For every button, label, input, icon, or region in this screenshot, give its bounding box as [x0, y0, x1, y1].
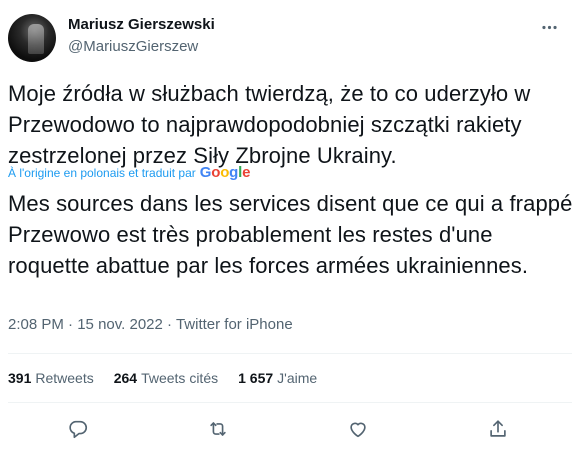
author-handle[interactable]: @MariuszGierszew	[68, 38, 198, 55]
retweet-button[interactable]	[200, 411, 236, 447]
likes-label: J'aime	[277, 370, 318, 386]
more-horizontal-icon	[541, 25, 557, 29]
tweet-text-original: Moje źródła w służbach twierdzą, że to c…	[8, 81, 531, 168]
tweet-meta: 2:08 PM · 15 nov. 2022 · Twitter for iPh…	[8, 316, 293, 333]
author-name[interactable]: Mariusz Gierszewski	[68, 16, 215, 33]
divider	[8, 402, 572, 403]
reply-button[interactable]	[60, 411, 96, 447]
tweet-actions	[8, 410, 568, 448]
retweets-count: 391	[8, 370, 32, 386]
quotes-stat[interactable]: 264 Tweets cités	[114, 370, 218, 386]
tweet-text-translated: Mes sources dans les services disent que…	[8, 191, 573, 278]
meta-separator: ·	[68, 316, 78, 333]
likes-stat[interactable]: 1 657 J'aime	[238, 370, 317, 386]
google-logo: Google	[199, 164, 251, 181]
heart-icon	[350, 422, 366, 438]
retweets-label: Retweets	[35, 370, 94, 386]
tweet-stats: 391 Retweets 264 Tweets cités 1 657 J'ai…	[8, 370, 337, 386]
translation-notice[interactable]: À l'origine en polonais et traduit par G…	[8, 164, 250, 181]
meta-separator: ·	[167, 316, 176, 333]
reply-icon	[69, 420, 88, 439]
divider	[8, 353, 572, 354]
like-button[interactable]	[340, 411, 376, 447]
share-button[interactable]	[480, 411, 516, 447]
likes-count: 1 657	[238, 370, 274, 386]
translation-note: À l'origine en polonais et traduit par	[8, 165, 196, 180]
more-options-button[interactable]	[534, 12, 564, 42]
tweet-date[interactable]: 15 nov. 2022	[77, 316, 163, 333]
tweet-card: Mariusz Gierszewski @MariuszGierszew Moj…	[0, 0, 580, 451]
quotes-label: Tweets cités	[141, 370, 219, 386]
avatar[interactable]	[8, 14, 56, 62]
tweet-source[interactable]: Twitter for iPhone	[176, 316, 293, 333]
retweets-stat[interactable]: 391 Retweets	[8, 370, 94, 386]
tweet-time[interactable]: 2:08 PM	[8, 316, 64, 333]
share-icon	[490, 420, 506, 437]
quotes-count: 264	[113, 370, 138, 386]
retweet-icon	[210, 422, 226, 436]
tweet-header: Mariusz Gierszewski @MariuszGierszew	[8, 12, 568, 62]
